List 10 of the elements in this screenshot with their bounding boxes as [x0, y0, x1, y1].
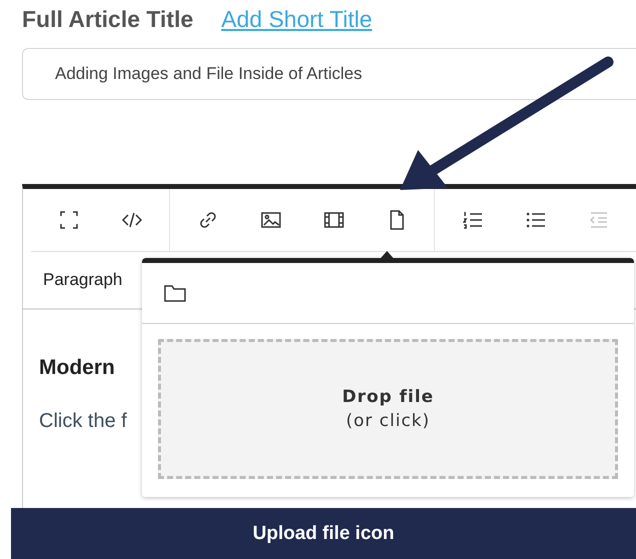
folder-icon[interactable]	[164, 284, 186, 302]
field-label: Full Article Title	[22, 6, 194, 33]
content-paragraph: Click the f	[39, 410, 127, 433]
content-heading: Modern	[39, 356, 115, 380]
fullscreen-icon	[58, 209, 80, 231]
caption-text: Upload file icon	[252, 522, 394, 544]
numbered-list-icon	[462, 209, 484, 231]
title-input-field[interactable]: Adding Images and File Inside of Articles	[22, 48, 636, 100]
drop-zone[interactable]: Drop file (or click)	[158, 339, 618, 479]
format-dropdown[interactable]: Paragraph	[43, 270, 122, 290]
